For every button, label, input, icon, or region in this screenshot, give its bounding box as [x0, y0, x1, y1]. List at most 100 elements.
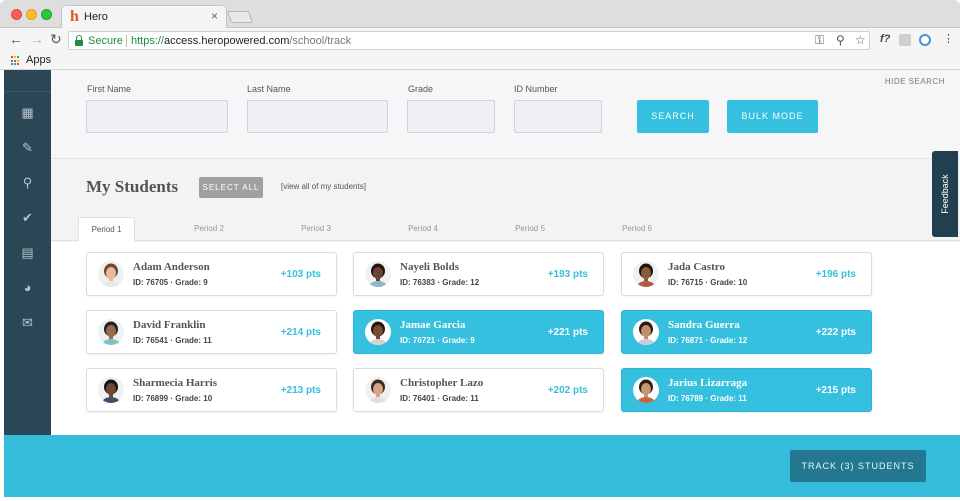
student-avatar	[633, 319, 659, 345]
student-points: +202 pts	[547, 385, 588, 396]
student-card[interactable]: Nayeli Bolds ID: 76383 · Grade: 12 +193 pt…	[353, 252, 604, 296]
apps-grid-dot	[14, 56, 16, 58]
check-icon[interactable]: ✔	[17, 209, 38, 227]
maximize-window-button[interactable]	[41, 9, 52, 20]
extension-circle-icon[interactable]	[919, 34, 931, 46]
student-id-grade: ID: 76383 · Grade: 12	[400, 278, 480, 287]
student-id-grade: ID: 76899 · Grade: 10	[133, 394, 213, 403]
student-id-grade: ID: 76721 · Grade: 9	[400, 336, 475, 345]
student-card[interactable]: Sharmecia Harris ID: 76899 · Grade: 10 +21…	[86, 368, 337, 412]
apps-grid-dot	[17, 59, 19, 62]
badge-icon[interactable]: ✎	[17, 139, 38, 157]
student-card[interactable]: Jamae Garcia ID: 76721 · Grade: 9 +221 pts	[353, 310, 604, 354]
formula-extension-icon[interactable]: f?	[880, 32, 890, 46]
magnifier-icon[interactable]: ⚲	[836, 33, 845, 47]
student-name: Jamae Garcia	[400, 319, 466, 331]
first-name-field[interactable]	[86, 100, 228, 133]
student-name: Adam Anderson	[133, 261, 210, 273]
secure-label: Secure	[88, 35, 123, 47]
reload-icon[interactable]: ↻	[50, 32, 62, 46]
search-icon[interactable]: ⚲	[17, 174, 38, 192]
feedback-tab[interactable]: Feedback	[932, 151, 958, 237]
bookmarks-bar: Apps	[0, 52, 960, 70]
student-id-grade: ID: 76541 · Grade: 11	[133, 336, 212, 345]
student-name: David Franklin	[133, 319, 206, 331]
search-panel: HIDE SEARCH First Name Last Name Grade I…	[51, 70, 960, 159]
student-card[interactable]: Christopher Lazo ID: 76401 · Grade: 11 +20…	[353, 368, 604, 412]
tab-period-1[interactable]: Period 1	[78, 217, 135, 242]
app-sidebar: ▦ ✎ ⚲ ✔ ▤ ◕ ✉	[4, 70, 51, 435]
student-roster: Adam Anderson ID: 76705 · Grade: 9 +103 pt…	[51, 242, 960, 435]
student-name: Jada Castro	[668, 261, 725, 273]
close-tab-icon[interactable]: ×	[211, 10, 218, 22]
track-students-button[interactable]: TRACK (3) STUDENTS	[790, 450, 926, 482]
last-name-field[interactable]	[247, 100, 388, 133]
chrome-menu-icon[interactable]: ⋮	[943, 32, 954, 46]
url-path: /school/track	[289, 35, 352, 47]
bulk-mode-button[interactable]: BULK MODE	[727, 100, 818, 133]
apps-grid-dot	[11, 63, 13, 66]
hide-search-link[interactable]: HIDE SEARCH	[885, 77, 945, 86]
student-id-grade: ID: 76705 · Grade: 9	[133, 278, 208, 287]
student-avatar	[365, 377, 391, 403]
select-all-button[interactable]: SELECT ALL	[199, 177, 263, 198]
tab-period-3[interactable]: Period 3	[282, 217, 350, 241]
id-number-field[interactable]	[514, 100, 602, 133]
minimize-window-button[interactable]	[26, 9, 37, 20]
tab-title: Hero	[84, 11, 108, 23]
id-number-label: ID Number	[514, 84, 558, 94]
apps-grid-dot	[17, 63, 19, 66]
student-id-grade: ID: 76871 · Grade: 12	[668, 336, 748, 345]
tab-period-4[interactable]: Period 4	[389, 217, 457, 241]
view-all-students-link[interactable]: [view all of my students]	[281, 182, 366, 191]
student-card[interactable]: Jarius Lizarraga ID: 76789 · Grade: 11 +21…	[621, 368, 872, 412]
student-points: +213 pts	[280, 385, 321, 396]
key-icon[interactable]: ⚿	[815, 33, 824, 47]
address-bar[interactable]: Secure https://access.heropowered.com/sc…	[68, 31, 870, 50]
student-card[interactable]: Sandra Guerra ID: 76871 · Grade: 12 +222 p…	[621, 310, 872, 354]
calendar-icon[interactable]: ▤	[17, 244, 38, 262]
student-points: +196 pts	[815, 269, 856, 280]
student-card[interactable]: Adam Anderson ID: 76705 · Grade: 9 +103 pt…	[86, 252, 337, 296]
url-protocol: https://	[131, 35, 165, 47]
tab-period-5[interactable]: Period 5	[496, 217, 564, 241]
tab-period-2[interactable]: Period 2	[175, 217, 243, 241]
apps-grid-dot	[11, 59, 13, 62]
browser-tab[interactable]: h Hero ×	[61, 5, 227, 29]
period-tabs: Period 1 Period 2 Period 3 Period 4 Period 5…	[51, 217, 960, 242]
apps-grid-icon[interactable]	[11, 56, 21, 66]
student-avatar	[365, 319, 391, 345]
apps-bookmark[interactable]: Apps	[26, 54, 51, 66]
calendar-grid-icon[interactable]: ▦	[17, 104, 38, 122]
new-tab-button[interactable]	[226, 11, 254, 23]
student-name: Sandra Guerra	[668, 319, 740, 331]
url-text[interactable]: https://access.heropowered.com/school/tr…	[131, 35, 351, 47]
student-card[interactable]: David Franklin ID: 76541 · Grade: 11 +214 …	[86, 310, 337, 354]
apps-grid-dot	[17, 56, 19, 58]
student-points: +221 pts	[547, 327, 588, 338]
student-avatar	[365, 261, 391, 287]
star-icon[interactable]: ☆	[855, 33, 866, 47]
grade-field[interactable]	[407, 100, 495, 133]
back-arrow-icon[interactable]: ←	[9, 32, 23, 46]
student-points: +215 pts	[815, 385, 856, 396]
browser-toolbar: ← → ↻ Secure https://access.heropowered.…	[0, 28, 960, 52]
mail-icon[interactable]: ✉	[17, 314, 38, 332]
search-button[interactable]: SEARCH	[637, 100, 709, 133]
student-name: Sharmecia Harris	[133, 377, 218, 389]
student-points: +214 pts	[280, 327, 321, 338]
student-points: +193 pts	[547, 269, 588, 280]
extension-grey-icon[interactable]	[899, 34, 911, 46]
address-separator	[126, 35, 127, 47]
student-card[interactable]: Jada Castro ID: 76715 · Grade: 10 +196 pts	[621, 252, 872, 296]
sidebar-divider	[4, 91, 51, 92]
forward-arrow-icon[interactable]: →	[30, 32, 44, 46]
lock-icon	[75, 35, 83, 46]
tab-period-6[interactable]: Period 6	[603, 217, 671, 241]
pie-chart-icon[interactable]: ◕	[17, 279, 38, 297]
close-window-button[interactable]	[11, 9, 22, 20]
student-avatar	[633, 377, 659, 403]
students-section: My Students SELECT ALL [view all of my s…	[51, 160, 960, 435]
section-title: My Students	[86, 177, 179, 196]
student-name: Jarius Lizarraga	[668, 377, 748, 389]
